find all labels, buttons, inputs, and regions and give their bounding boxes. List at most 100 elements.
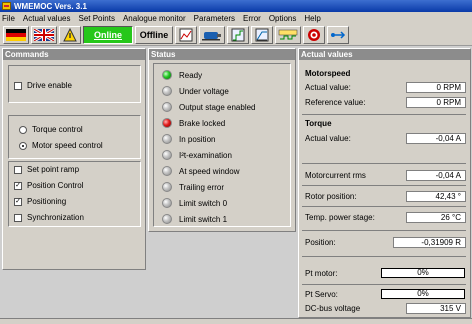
status-label: Trailing error: [179, 182, 225, 192]
divider: [302, 230, 466, 231]
control-mode-group: Torque control Motor speed control: [8, 115, 141, 159]
drive-enable-group: Drive enable: [8, 65, 141, 103]
drive-enable-checkbox[interactable]: Drive enable: [14, 81, 72, 90]
motorspeed-header: Motorspeed: [305, 69, 351, 78]
status-ready: Ready: [162, 70, 202, 80]
led-off-icon: [162, 182, 172, 192]
app-icon: [2, 2, 11, 10]
online-button[interactable]: Online: [83, 25, 133, 44]
checkbox-box: [14, 213, 22, 222]
menu-error[interactable]: Error: [243, 14, 261, 23]
uk-flag-icon[interactable]: [31, 25, 57, 44]
german-flag-icon[interactable]: [3, 25, 29, 44]
menu-actual-values[interactable]: Actual values: [23, 14, 71, 23]
menu-analogue-monitor[interactable]: Analogue monitor: [123, 14, 186, 23]
status-label: Limit switch 0: [179, 198, 228, 208]
position-control-label: Position Control: [27, 181, 84, 190]
radio-circle: [19, 125, 27, 134]
divider: [302, 114, 466, 115]
target-icon[interactable]: [303, 25, 325, 44]
led-off-icon: [162, 166, 172, 176]
dc-bus-voltage-value: 315 V: [406, 303, 466, 314]
motor-speed-control-radio[interactable]: Motor speed control: [19, 141, 103, 150]
status-output-stage: Output stage enabled: [162, 102, 256, 112]
menu-file[interactable]: File: [2, 14, 15, 23]
torque-header: Torque: [305, 119, 332, 128]
pt-servo-label: Pt Servo:: [305, 290, 338, 299]
divider: [302, 256, 466, 257]
status-label: Limit switch 1: [179, 214, 228, 224]
digital-io-icon[interactable]: [275, 25, 301, 44]
checkmark-icon: ✓: [14, 197, 22, 206]
menu-bar: File Actual values Set Points Analogue m…: [0, 12, 472, 24]
status-under-voltage: Under voltage: [162, 86, 229, 96]
status-title: Status: [149, 49, 295, 60]
position-control-checkbox[interactable]: ✓ Position Control: [14, 181, 83, 190]
status-label: I²t-examination: [179, 150, 232, 160]
temp-power-stage-value: 26 °C: [406, 212, 466, 223]
position-label: Position:: [305, 238, 336, 247]
reference-value: 0 RPM: [406, 97, 466, 108]
led-off-icon: [162, 198, 172, 208]
status-label: In position: [179, 134, 216, 144]
torque-value: -0,04 A: [406, 133, 466, 144]
actual-speed-value: 0 RPM: [406, 82, 466, 93]
motor-icon[interactable]: [199, 25, 225, 44]
options-group: Set point ramp ✓ Position Control ✓ Posi…: [8, 161, 141, 227]
torque-label: Actual value:: [305, 134, 351, 143]
status-limit-switch-0: Limit switch 0: [162, 198, 227, 208]
window-title: WMEMOC Vers. 3.1: [14, 1, 87, 11]
synchronization-checkbox[interactable]: Synchronization: [14, 213, 84, 222]
status-label: Under voltage: [179, 86, 229, 96]
menu-help[interactable]: Help: [304, 14, 320, 23]
actual-values-title: Actual values: [299, 49, 470, 60]
drive-enable-label: Drive enable: [27, 81, 72, 90]
warning-hand-icon[interactable]: [59, 25, 81, 44]
checkmark-icon: ✓: [14, 181, 22, 190]
chart-icon[interactable]: [175, 25, 197, 44]
menu-options[interactable]: Options: [269, 14, 297, 23]
commands-panel: Commands Drive enable Torque control Mot…: [2, 48, 146, 270]
status-label: Brake locked: [179, 118, 226, 128]
status-i2t: I²t-examination: [162, 150, 232, 160]
synchronization-label: Synchronization: [27, 213, 84, 222]
status-in-position: In position: [162, 134, 215, 144]
step-chart-icon[interactable]: [227, 25, 249, 44]
ramp-chart-icon[interactable]: [251, 25, 273, 44]
led-red-icon: [162, 118, 172, 128]
divider: [302, 185, 466, 186]
status-label: Output stage enabled: [179, 102, 256, 112]
dc-bus-voltage-label: DC-bus voltage: [305, 304, 361, 313]
checkbox-box: [14, 81, 22, 90]
torque-control-label: Torque control: [32, 125, 83, 134]
led-off-icon: [162, 214, 172, 224]
set-point-ramp-label: Set point ramp: [27, 165, 80, 174]
actual-speed-label: Actual value:: [305, 83, 351, 92]
title-bar: WMEMOC Vers. 3.1: [0, 0, 472, 12]
temp-power-stage-label: Temp. power stage:: [305, 213, 375, 222]
pt-motor-bar: 0%: [381, 268, 465, 278]
rotor-position-value: 42,43 °: [406, 191, 466, 202]
commands-title: Commands: [3, 49, 145, 60]
positioning-checkbox[interactable]: ✓ Positioning: [14, 197, 66, 206]
arrow-right-icon[interactable]: [327, 25, 349, 44]
status-bar: [0, 318, 472, 324]
position-value: -0,31909 R: [393, 237, 466, 248]
menu-set-points[interactable]: Set Points: [78, 14, 114, 23]
divider: [302, 284, 466, 285]
status-panel: Status Ready Under voltage Output stage …: [148, 48, 296, 232]
torque-control-radio[interactable]: Torque control: [19, 125, 83, 134]
status-list: Ready Under voltage Output stage enabled…: [153, 63, 291, 227]
divider: [302, 206, 466, 207]
set-point-ramp-checkbox[interactable]: Set point ramp: [14, 165, 79, 174]
pt-servo-bar: 0%: [381, 289, 465, 299]
status-brake-locked: Brake locked: [162, 118, 225, 128]
status-trailing-error: Trailing error: [162, 182, 224, 192]
pt-motor-label: Pt motor:: [305, 269, 338, 278]
actual-values-panel: Actual values Motorspeed Actual value: 0…: [298, 48, 471, 318]
motorcurrent-value: -0,04 A: [406, 170, 466, 181]
status-speed-window: At speed window: [162, 166, 239, 176]
offline-button[interactable]: Offline: [135, 25, 173, 44]
menu-parameters[interactable]: Parameters: [194, 14, 235, 23]
led-off-icon: [162, 134, 172, 144]
